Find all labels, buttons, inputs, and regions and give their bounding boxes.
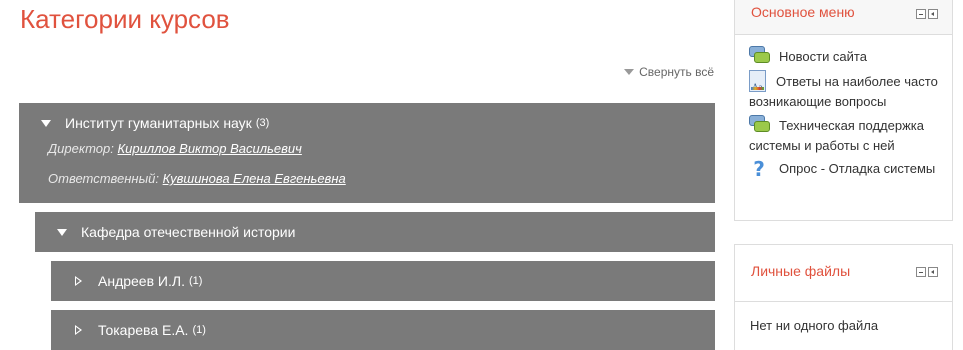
category-name[interactable]: Кафедра отечественной истории [81,224,295,240]
category-header[interactable]: Кафедра отечественной истории [35,212,715,252]
director-line: Директор: Кириллов Виктор Васильевич [19,134,715,163]
responsible-line: Ответственный: Кувшинова Елена Евгеньевн… [19,164,715,193]
expanded-triangle-icon[interactable] [57,228,67,236]
main-menu-block: Основное меню Новости сайта AaОтветы на … [734,0,953,221]
collapse-all-label: Свернуть всё [639,65,714,79]
dock-block-icon[interactable] [928,267,938,277]
director-label: Директор: [48,141,114,156]
menu-item-label[interactable]: Ответы на наиболее часто возникающие воп… [749,74,938,109]
collapsed-triangle-icon[interactable] [75,325,82,335]
private-files-block: Личные файлы Нет ни одного файла [734,244,953,350]
course-count: (1) [188,275,203,287]
menu-item-label[interactable]: Опрос - Отладка системы [779,161,935,176]
category-name[interactable]: Токарева Е.А. [98,322,188,338]
block-title: Личные файлы [751,263,851,279]
page-title: Категории курсов [20,4,230,34]
block-controls [916,9,938,19]
menu-list: Новости сайта AaОтветы на наиболее часто… [735,35,952,179]
menu-item-faq[interactable]: AaОтветы на наиболее часто возникающие в… [749,70,947,112]
block-controls [916,267,938,277]
menu-item-label[interactable]: Новости сайта [779,49,867,64]
glossary-icon: Aa [749,70,766,92]
dock-block-icon[interactable] [928,9,938,19]
category-institute: Институт гуманитарных наук (3) Директор:… [19,103,715,203]
course-count: (1) [192,324,206,336]
empty-files-text: Нет ни одного файла [750,318,879,333]
category-department: Кафедра отечественной истории [35,212,715,252]
responsible-link[interactable]: Кувшинова Елена Евгеньевна [163,171,346,186]
block-title: Основное меню [751,4,855,20]
hide-block-icon[interactable] [916,267,926,277]
expanded-triangle-icon[interactable] [41,119,51,127]
director-link[interactable]: Кириллов Виктор Васильевич [118,141,302,156]
hide-block-icon[interactable] [916,9,926,19]
block-header: Основное меню [735,0,952,35]
course-count: (3) [255,117,270,129]
category-name[interactable]: Андреев И.Л. [98,273,185,289]
category-header[interactable]: Андреев И.Л. (1) [51,261,715,301]
menu-item-label[interactable]: Техническая поддержка системы и работы с… [749,118,924,153]
category-name[interactable]: Институт гуманитарных наук [65,115,252,131]
block-header: Личные файлы [735,245,952,302]
category-tokareva: Токарева Е.А. (1) [51,310,715,350]
menu-item-news[interactable]: Новости сайта [749,46,947,67]
forum-icon [749,115,770,133]
question-icon: ? [753,157,765,181]
collapsed-triangle-icon[interactable] [75,276,82,286]
menu-item-survey[interactable]: ? Опрос - Отладка системы [749,159,947,179]
collapse-triangle-icon [624,69,635,75]
responsible-label: Ответственный: [48,171,159,186]
menu-item-support[interactable]: Техническая поддержка системы и работы с… [749,115,947,156]
category-andreev: Андреев И.Л. (1) [51,261,715,301]
collapse-all-link[interactable]: Свернуть всё [624,65,714,79]
forum-icon [749,46,770,64]
category-header[interactable]: Токарева Е.А. (1) [51,310,715,350]
